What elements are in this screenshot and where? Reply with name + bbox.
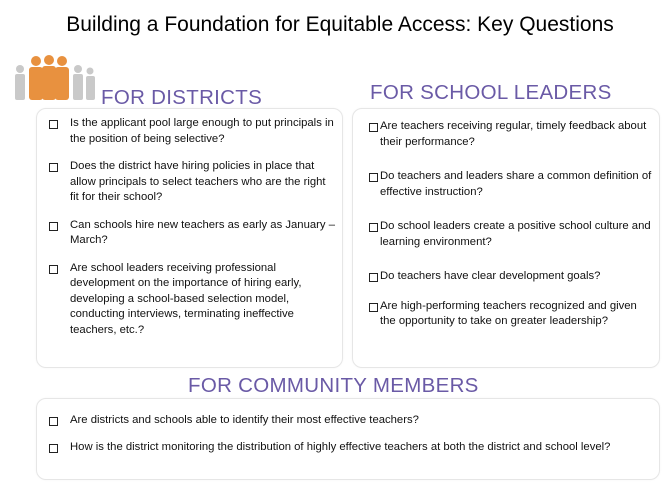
checkbox-icon: [369, 123, 378, 132]
question-text: Can schools hire new teachers as early a…: [70, 218, 335, 247]
question-text: Are districts and schools able to identi…: [70, 414, 419, 426]
question-text: Do school leaders create a positive scho…: [380, 220, 651, 248]
community-list: Are districts and schools able to identi…: [46, 413, 652, 466]
checkbox-icon: [49, 221, 58, 231]
districts-list: Is the applicant pool large enough to pu…: [46, 116, 336, 350]
list-item: Do teachers and leaders share a common d…: [368, 169, 654, 200]
question-text: Are school leaders receiving professiona…: [70, 261, 302, 336]
list-item: Are high-performing teachers recognized …: [368, 299, 654, 330]
list-item: Is the applicant pool large enough to pu…: [46, 116, 336, 147]
question-text: Are teachers receiving regular, timely f…: [380, 120, 647, 148]
list-item: Can schools hire new teachers as early a…: [46, 218, 336, 249]
checkbox-icon: [49, 417, 58, 426]
question-text: Are high-performing teachers recognized …: [380, 299, 637, 328]
people-group-icon: [15, 55, 95, 100]
list-item: How is the district monitoring the distr…: [46, 440, 652, 456]
checkbox-icon: [49, 120, 58, 129]
list-item: Do teachers have clear development goals…: [368, 269, 654, 285]
question-text: Does the district have hiring policies i…: [70, 160, 326, 203]
checkbox-icon: [49, 443, 58, 453]
list-item: Are school leaders receiving professiona…: [46, 261, 336, 339]
page-title: Building a Foundation for Equitable Acce…: [66, 13, 614, 36]
question-text: Do teachers have clear development goals…: [380, 270, 601, 282]
checkbox-icon: [369, 223, 378, 232]
question-text: Do teachers and leaders share a common d…: [380, 170, 652, 198]
checkbox-icon: [369, 302, 378, 312]
list-item: Does the district have hiring policies i…: [46, 159, 336, 206]
districts-heading: FOR DISTRICTS: [101, 86, 263, 109]
community-heading: FOR COMMUNITY MEMBERS: [188, 374, 479, 397]
question-text: Is the applicant pool large enough to pu…: [70, 117, 334, 145]
list-item: Do school leaders create a positive scho…: [368, 219, 654, 250]
list-item: Are teachers receiving regular, timely f…: [368, 119, 654, 150]
checkbox-icon: [49, 163, 58, 172]
question-text: How is the district monitoring the distr…: [70, 440, 611, 453]
checkbox-icon: [369, 273, 378, 282]
checkbox-icon: [49, 264, 58, 274]
school-leaders-heading: FOR SCHOOL LEADERS: [370, 81, 612, 104]
checkbox-icon: [369, 173, 378, 182]
list-item: Are districts and schools able to identi…: [46, 413, 652, 429]
school-leaders-list: Are teachers receiving regular, timely f…: [368, 119, 654, 349]
